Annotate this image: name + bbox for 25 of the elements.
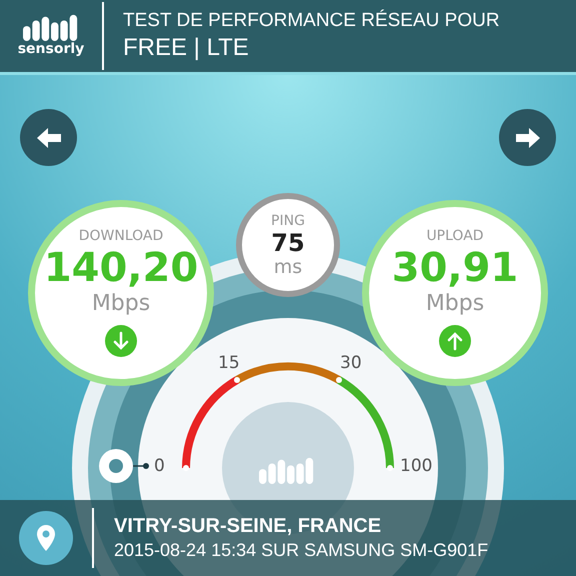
download-label: DOWNLOAD — [78, 229, 164, 243]
test-details: 2015-08-24 15:34 SUR SAMSUNG SM-G901F — [114, 539, 488, 562]
upload-unit: Mbps — [426, 293, 484, 315]
ping-value: 75 — [271, 228, 305, 258]
logo-bars-icon — [22, 13, 80, 42]
arrow-right-icon — [516, 128, 540, 148]
gauge-tick-label: 30 — [340, 353, 362, 374]
arrow-up-icon — [439, 325, 471, 357]
logo-text: sensorly — [18, 41, 84, 59]
signal-bars-icon — [258, 456, 316, 484]
arrow-down-icon — [105, 325, 137, 357]
ping-label: PING — [271, 214, 305, 228]
upload-label: UPLOAD — [426, 229, 484, 243]
download-unit: Mbps — [92, 293, 150, 315]
ping-unit: ms — [274, 258, 302, 276]
gauge-tick-label: 0 — [154, 456, 165, 478]
download-value: 140,20 — [44, 244, 198, 293]
upload-value: 30,91 — [392, 244, 518, 293]
arrow-left-icon — [36, 128, 60, 148]
gauge-tick-label: 15 — [218, 353, 240, 374]
header-title: TEST DE PERFORMANCE RÉSEAU POUR — [123, 9, 500, 33]
location-name: VITRY-SUR-SEINE, FRANCE — [114, 514, 382, 540]
gauge-tick-label: 100 — [400, 456, 432, 478]
location-pin-icon — [19, 511, 73, 565]
header-subtitle: FREE | LTE — [123, 32, 250, 63]
